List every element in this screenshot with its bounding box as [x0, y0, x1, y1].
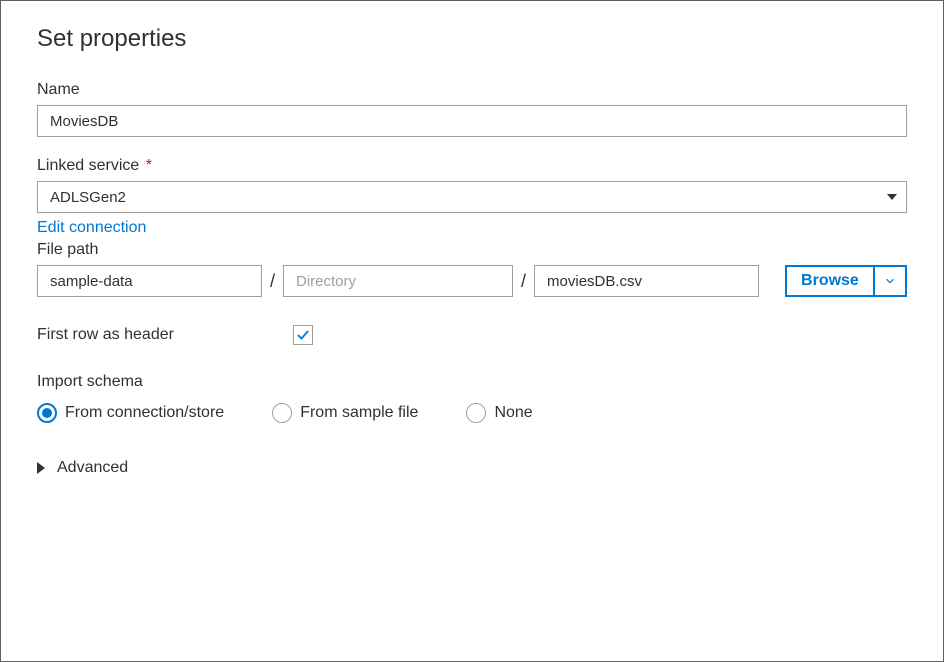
- import-schema-label: Import schema: [37, 373, 907, 391]
- browse-dropdown-button[interactable]: [875, 265, 907, 297]
- path-separator: /: [521, 271, 526, 292]
- file-path-row: / / Browse: [37, 265, 907, 297]
- browse-button-group: Browse: [785, 265, 907, 297]
- import-schema-group: Import schema From connection/store From…: [37, 373, 907, 423]
- file-path-container-input[interactable]: [37, 265, 262, 297]
- first-row-header-checkbox[interactable]: [293, 325, 313, 345]
- path-separator: /: [270, 271, 275, 292]
- name-label: Name: [37, 81, 907, 99]
- radio-label-connection: From connection/store: [65, 404, 224, 422]
- radio-from-sample[interactable]: From sample file: [272, 403, 418, 423]
- first-row-header-row: First row as header: [37, 325, 907, 345]
- linked-service-label: Linked service *: [37, 157, 907, 175]
- properties-panel: Set properties Name Linked service * Edi…: [0, 0, 944, 662]
- edit-connection-link[interactable]: Edit connection: [37, 219, 146, 237]
- file-path-directory-input[interactable]: [283, 265, 513, 297]
- advanced-label: Advanced: [57, 459, 128, 477]
- radio-none[interactable]: None: [466, 403, 532, 423]
- linked-service-select-wrapper: [37, 181, 907, 213]
- radio-from-connection[interactable]: From connection/store: [37, 403, 224, 423]
- radio-label-none: None: [494, 404, 532, 422]
- radio-label-sample: From sample file: [300, 404, 418, 422]
- name-field-group: Name: [37, 81, 907, 137]
- name-input[interactable]: [37, 105, 907, 137]
- linked-service-group: Linked service * Edit connection File pa…: [37, 157, 907, 297]
- required-indicator: *: [146, 157, 152, 174]
- chevron-down-icon: [885, 276, 895, 286]
- checkmark-icon: [296, 328, 310, 342]
- file-path-label: File path: [37, 241, 907, 259]
- import-schema-radio-group: From connection/store From sample file N…: [37, 403, 907, 423]
- browse-button[interactable]: Browse: [785, 265, 875, 297]
- radio-circle-icon: [37, 403, 57, 423]
- page-title: Set properties: [37, 25, 907, 53]
- first-row-header-label: First row as header: [37, 326, 293, 344]
- linked-service-select[interactable]: [37, 181, 907, 213]
- triangle-right-icon: [37, 462, 45, 474]
- advanced-toggle[interactable]: Advanced: [37, 459, 907, 477]
- file-path-file-input[interactable]: [534, 265, 759, 297]
- radio-dot-icon: [42, 408, 52, 418]
- radio-circle-icon: [466, 403, 486, 423]
- radio-circle-icon: [272, 403, 292, 423]
